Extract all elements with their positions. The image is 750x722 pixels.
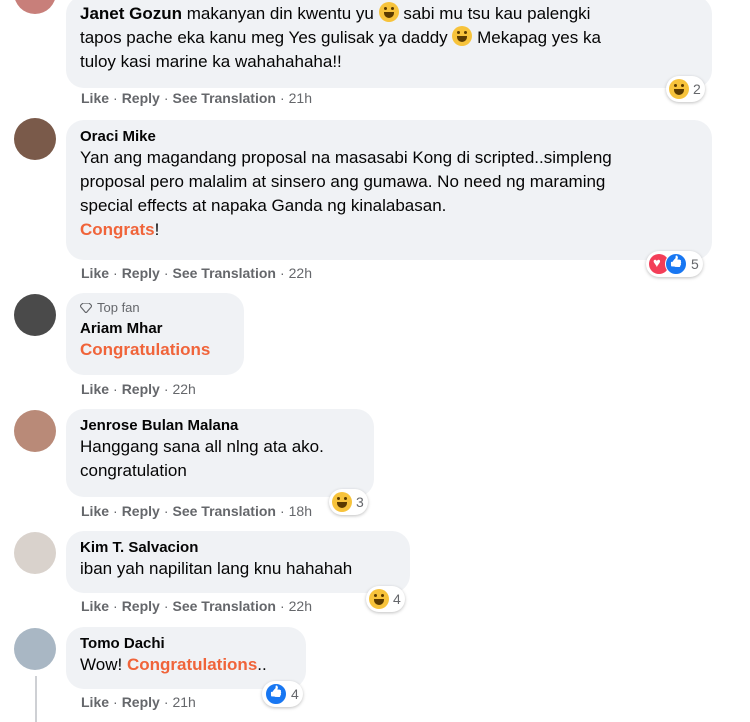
reaction-summary[interactable]: 2 [666,76,705,102]
comment-text: Mekapag yes ka [477,28,601,47]
haha-reaction-icon [332,492,352,512]
comment-bubble: Jenrose Bulan Malana Hanggang sana all n… [66,409,374,497]
see-translation-link[interactable]: See Translation [172,90,275,106]
comment-bubble: Janet Gozun makanyan din kwentu yu sabi … [66,0,712,88]
like-link[interactable]: Like [81,265,109,281]
commenter-name[interactable]: Jenrose Bulan Malana [80,416,360,435]
comment-text: iban yah napilitan lang knu hahahah [80,559,353,578]
comment-bubble: Top fan Ariam Mhar Congratulations [66,293,244,375]
like-link[interactable]: Like [81,598,109,614]
comment-bubble: Kim T. Salvacion iban yah napilitan lang… [66,531,410,593]
comment-actions: Like · Reply · 22h [81,381,196,397]
comment-text: proposal pero malalim at sinsero ang gum… [80,172,606,191]
timestamp[interactable]: 18h [289,503,312,519]
avatar[interactable] [14,410,56,452]
see-translation-link[interactable]: See Translation [172,598,275,614]
comment-text: sabi mu tsu kau palengki [403,4,591,23]
reply-link[interactable]: Reply [122,694,160,710]
laughing-emoji-icon [378,2,399,22]
avatar[interactable] [14,118,56,160]
comment-text: tuloy kasi marine ka wahahahaha!! [80,52,342,71]
reaction-summary[interactable]: 4 [262,681,303,707]
commenter-name[interactable]: Oraci Mike [80,127,698,146]
reply-link[interactable]: Reply [122,598,160,614]
reply-link[interactable]: Reply [122,90,160,106]
like-reaction-icon [265,683,287,705]
comment-text: Hanggang sana all nlng ata ako. [80,437,324,456]
like-link[interactable]: Like [81,90,109,106]
haha-reaction-icon [369,589,389,609]
hashtag-link[interactable]: Congratulations [80,338,230,362]
see-translation-link[interactable]: See Translation [172,265,275,281]
reaction-count: 2 [693,81,701,97]
see-translation-link[interactable]: See Translation [172,503,275,519]
commenter-name[interactable]: Kim T. Salvacion [80,538,396,557]
like-link[interactable]: Like [81,503,109,519]
hashtag-link[interactable]: Congratulations [127,655,257,674]
reply-link[interactable]: Reply [122,381,160,397]
avatar[interactable] [14,532,56,574]
comment-text: tapos pache eka kanu meg Yes gulisak ya … [80,28,448,47]
thread-line [35,676,37,722]
avatar[interactable] [14,0,56,14]
like-reaction-icon [665,253,687,275]
avatar[interactable] [14,294,56,336]
reply-link[interactable]: Reply [122,265,160,281]
timestamp[interactable]: 21h [289,90,312,106]
hashtag-link[interactable]: Congrats [80,220,155,239]
reaction-count: 3 [356,494,364,510]
commenter-name[interactable]: Ariam Mhar [80,319,230,338]
comment-actions: Like · Reply · See Translation · 22h [81,598,312,614]
timestamp[interactable]: 21h [172,694,195,710]
reaction-summary[interactable]: 3 [329,489,368,515]
comment-actions: Like · Reply · See Translation · 21h [81,90,312,106]
like-link[interactable]: Like [81,381,109,397]
comment-text: makanyan din kwentu yu [186,4,374,23]
comment-actions: Like · Reply · See Translation · 22h [81,265,312,281]
comment-text: Wow! [80,655,123,674]
timestamp[interactable]: 22h [289,598,312,614]
avatar[interactable] [14,628,56,670]
commenter-name[interactable]: Tomo Dachi [80,634,292,653]
top-fan-badge: Top fan [80,300,230,316]
comment-actions: Like · Reply · 21h [81,694,196,710]
reply-link[interactable]: Reply [122,503,160,519]
like-link[interactable]: Like [81,694,109,710]
reaction-count: 5 [691,256,699,272]
reaction-summary[interactable]: 4 [366,586,405,612]
comment-text: special effects at napaka Ganda ng kinal… [80,196,447,215]
reaction-count: 4 [291,686,299,702]
comment-actions: Like · Reply · See Translation · 18h [81,503,312,519]
comment-text: Yan ang magandang proposal na masasabi K… [80,148,612,167]
laughing-emoji-icon [452,26,473,46]
comment-bubble: Oraci Mike Yan ang magandang proposal na… [66,120,712,260]
comment-bubble: Tomo Dachi Wow! Congratulations.. [66,627,306,689]
reaction-count: 4 [393,591,401,607]
comment-text: congratulation [80,461,187,480]
reaction-summary[interactable]: 5 [646,251,703,277]
diamond-icon [80,303,92,313]
haha-reaction-icon [669,79,689,99]
timestamp[interactable]: 22h [172,381,195,397]
commenter-name[interactable]: Janet Gozun [80,4,182,23]
timestamp[interactable]: 22h [289,265,312,281]
